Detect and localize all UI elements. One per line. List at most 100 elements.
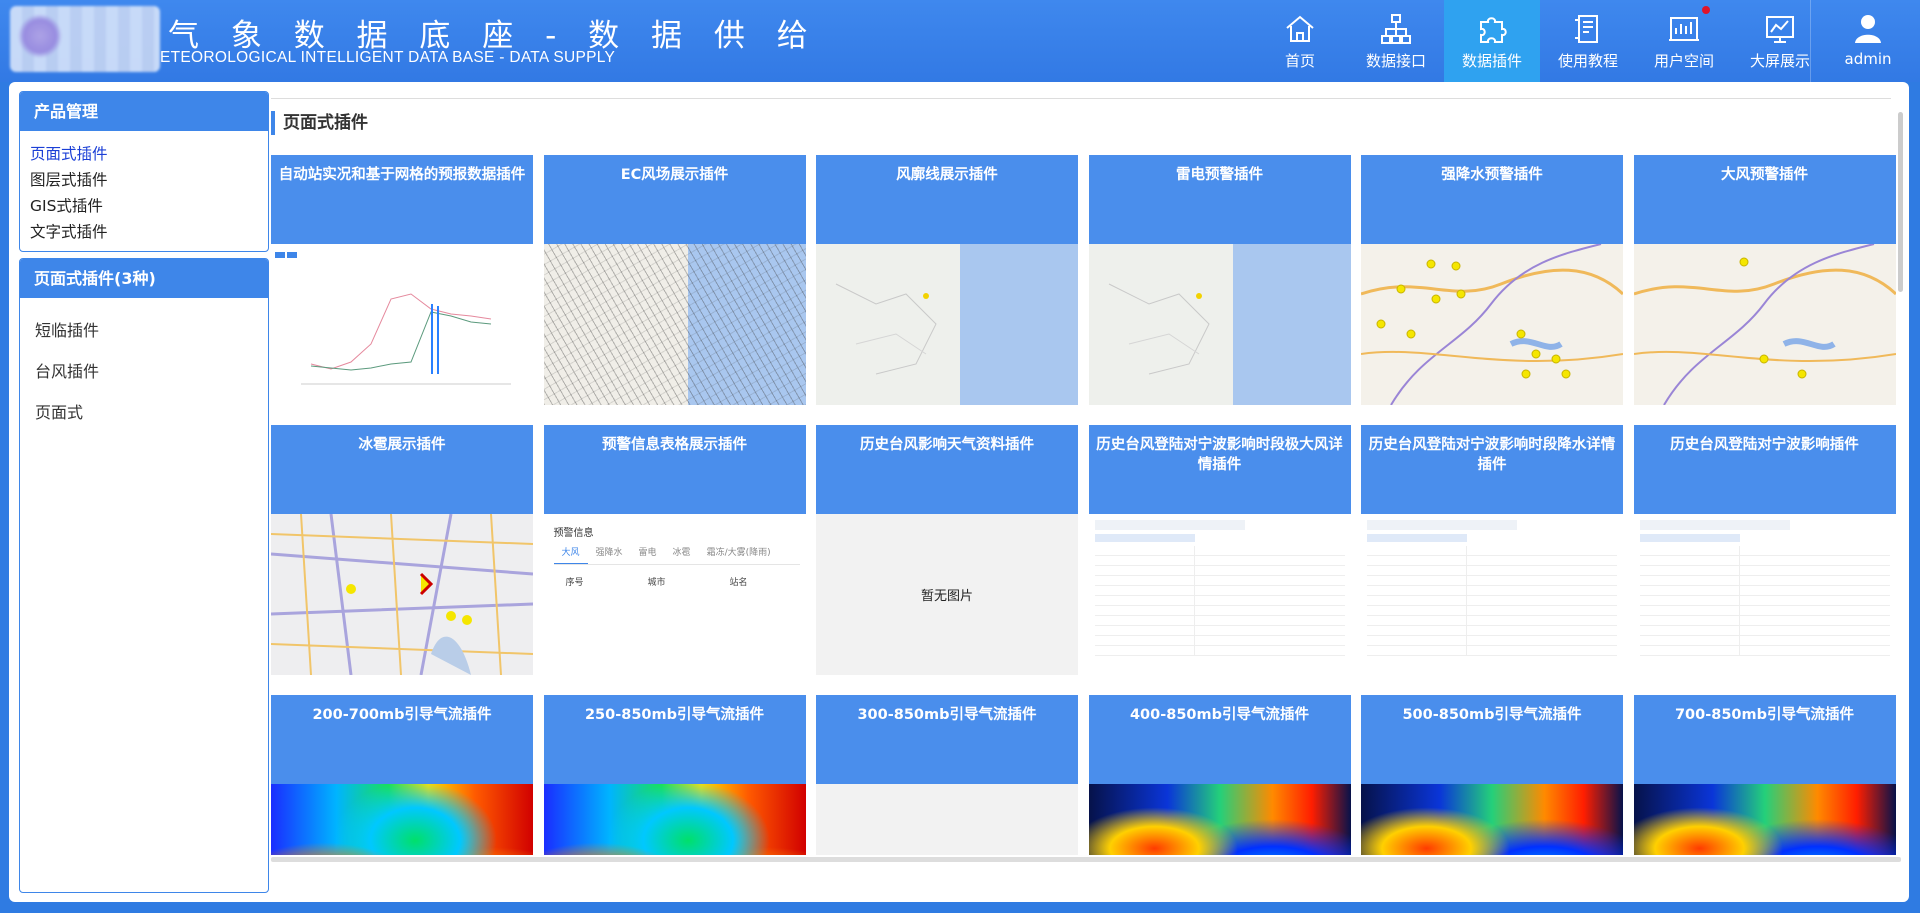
product-item-text-plugin[interactable]: 文字式插件 — [30, 219, 268, 245]
product-item-page-plugin[interactable]: 页面式插件 — [30, 141, 268, 167]
sea-area — [1232, 244, 1351, 405]
nav-data-plugin[interactable]: 数据插件 — [1444, 0, 1540, 82]
table-tab: 冰雹 — [672, 548, 691, 558]
category-item-page[interactable]: 页面式 — [35, 392, 268, 433]
user-menu[interactable]: admin — [1820, 0, 1916, 82]
plugin-card[interactable]: 强降水预警插件 — [1361, 155, 1623, 405]
plugin-card-title: 历史台风登陆对宁波影响插件 — [1633, 425, 1896, 514]
plugin-card-title: 预警信息表格展示插件 — [543, 425, 806, 514]
nav-big-screen[interactable]: 大屏展示 — [1732, 0, 1828, 82]
streamline-map-image — [271, 784, 533, 855]
plugin-card-thumbnail — [271, 244, 533, 405]
plugin-card-thumbnail — [1361, 244, 1623, 405]
product-management-box: 产品管理 页面式插件 图层式插件 GIS式插件 文字式插件 — [19, 91, 269, 252]
plugin-card-thumbnail — [1361, 514, 1623, 675]
plugin-card[interactable]: 250-850mb引导气流插件 — [543, 695, 806, 855]
home-icon — [1286, 15, 1314, 42]
plugin-card-title: 风廓线展示插件 — [816, 155, 1078, 244]
app-header: 气 象 数 据 底 座 - 数 据 供 给 ETEOROLOGICAL INTE… — [0, 0, 1920, 82]
plugin-card-thumbnail — [1633, 244, 1896, 405]
nav-home[interactable]: 首页 — [1252, 0, 1348, 82]
user-avatar-icon — [1855, 15, 1881, 43]
product-management-title: 产品管理 — [20, 92, 268, 131]
plugin-card-thumbnail — [543, 244, 806, 405]
product-list: 页面式插件 图层式插件 GIS式插件 文字式插件 — [20, 131, 268, 245]
nav-label: 数据插件 — [1461, 52, 1522, 70]
plugin-card-thumbnail — [1088, 244, 1351, 405]
plugin-card-title: 500-850mb引导气流插件 — [1361, 695, 1623, 784]
section-title: 页面式插件 — [271, 111, 368, 135]
plugin-card[interactable]: 预警信息表格展示插件 预警信息 大风 强降水 雷电 冰雹 霜冻/大雾(降雨) 序号 城市 站名 — [543, 425, 806, 675]
hail-map-image — [271, 514, 533, 675]
warning-table-image: 预警信息 大风 强降水 雷电 冰雹 霜冻/大雾(降雨) 序号 城市 站名 — [544, 514, 806, 588]
sidebar: 产品管理 页面式插件 图层式插件 GIS式插件 文字式插件 页面式插件(3种) … — [19, 91, 269, 893]
tutorial-icon — [1575, 15, 1598, 43]
plugin-card-thumbnail — [1088, 784, 1351, 855]
nav-label: 首页 — [1284, 52, 1315, 70]
user-space-icon — [1669, 17, 1699, 41]
table-tab: 大风 — [553, 543, 588, 564]
plugin-card[interactable]: 400-850mb引导气流插件 — [1088, 695, 1351, 855]
streamline-map-image — [1088, 784, 1351, 855]
category-list: 短临插件 台风插件 页面式 — [20, 298, 268, 433]
plugin-card-title: EC风场展示插件 — [543, 155, 806, 244]
plugin-card-title: 历史台风影响天气资料插件 — [816, 425, 1078, 514]
plugin-card-thumbnail — [816, 244, 1078, 405]
hierarchy-icon — [1381, 14, 1411, 44]
plugin-card[interactable]: EC风场展示插件 — [543, 155, 806, 405]
plugin-card[interactable]: 历史台风影响天气资料插件 暂无图片 — [816, 425, 1078, 675]
plugin-card-title: 700-850mb引导气流插件 — [1633, 695, 1896, 784]
plugin-card-thumbnail: 暂无图片 — [816, 514, 1078, 675]
plugin-card-title: 250-850mb引导气流插件 — [543, 695, 806, 784]
logo — [10, 6, 160, 72]
main-nav: 首页 数据接口 数据插件 使用教程 用户空间 大屏展示 — [1252, 0, 1828, 82]
nav-tutorial[interactable]: 使用教程 — [1540, 0, 1636, 82]
plugin-card[interactable]: 历史台风登陆对宁波影响时段降水详情插件 — [1361, 425, 1623, 675]
plugin-card[interactable]: 历史台风登陆对宁波影响插件 — [1633, 425, 1896, 675]
plugin-card-thumbnail — [1361, 784, 1623, 855]
plugin-card[interactable]: 大风预警插件 — [1633, 155, 1896, 405]
nav-user-space[interactable]: 用户空间 — [1636, 0, 1732, 82]
plugin-card[interactable]: 雷电预警插件 — [1088, 155, 1351, 405]
nav-data-interface[interactable]: 数据接口 — [1348, 0, 1444, 82]
plugin-card[interactable]: 200-700mb引导气流插件 — [271, 695, 533, 855]
plugin-card-title: 大风预警插件 — [1633, 155, 1896, 244]
plugin-card[interactable]: 300-850mb引导气流插件 暂无图片 — [816, 695, 1078, 855]
horizontal-scrollbar[interactable] — [271, 857, 1901, 862]
table-header: 序号 城市 站名 — [554, 575, 800, 588]
table-title: 预警信息 — [553, 528, 594, 539]
plugin-card-title: 400-850mb引导气流插件 — [1088, 695, 1351, 784]
nav-label: 大屏展示 — [1749, 52, 1810, 70]
detail-table-image — [1089, 514, 1351, 662]
plugin-grid-viewport: 自动站实况和基于网格的预报数据插件 EC风场展示插件 风廓线展示插件 雷电预警插… — [271, 155, 1901, 855]
no-image-text: 暂无图片 — [920, 589, 973, 604]
plugin-card[interactable]: 500-850mb引导气流插件 — [1361, 695, 1623, 855]
plugin-card-title: 自动站实况和基于网格的预报数据插件 — [271, 155, 533, 244]
streamline-map-image — [1361, 784, 1623, 855]
plugin-card[interactable]: 700-850mb引导气流插件 — [1633, 695, 1896, 855]
plugin-card[interactable]: 自动站实况和基于网格的预报数据插件 — [271, 155, 533, 405]
divider — [271, 98, 1891, 99]
category-box: 页面式插件(3种) 短临插件 台风插件 页面式 — [19, 258, 269, 893]
plugin-card[interactable]: 历史台风登陆对宁波影响时段极大风详情插件 — [1088, 425, 1351, 675]
big-screen-icon — [1766, 16, 1794, 43]
category-item-typhoon[interactable]: 台风插件 — [35, 351, 268, 392]
plugin-card[interactable]: 风廓线展示插件 — [816, 155, 1078, 405]
plugin-card-title: 冰雹展示插件 — [271, 425, 533, 514]
product-item-gis-plugin[interactable]: GIS式插件 — [30, 193, 268, 219]
username: admin — [1844, 50, 1892, 68]
plugin-card-thumbnail: 预警信息 大风 强降水 雷电 冰雹 霜冻/大雾(降雨) 序号 城市 站名 — [543, 514, 806, 675]
table-column: 城市 — [647, 578, 666, 588]
table-tab: 霜冻/大雾(降雨) — [706, 548, 771, 558]
line-chart-image — [275, 252, 511, 385]
category-title: 页面式插件(3种) — [20, 259, 268, 298]
plugin-grid: 自动站实况和基于网格的预报数据插件 EC风场展示插件 风廓线展示插件 雷电预警插… — [271, 155, 1901, 855]
product-item-layer-plugin[interactable]: 图层式插件 — [30, 167, 268, 193]
plugin-card[interactable]: 冰雹展示插件 — [271, 425, 533, 675]
nav-divider — [1810, 0, 1811, 82]
sea-area — [960, 244, 1078, 405]
streamline-map-image — [543, 784, 806, 855]
table-column: 站名 — [729, 578, 748, 588]
plugin-card-title: 200-700mb引导气流插件 — [271, 695, 533, 784]
category-item-nowcast[interactable]: 短临插件 — [35, 310, 268, 351]
